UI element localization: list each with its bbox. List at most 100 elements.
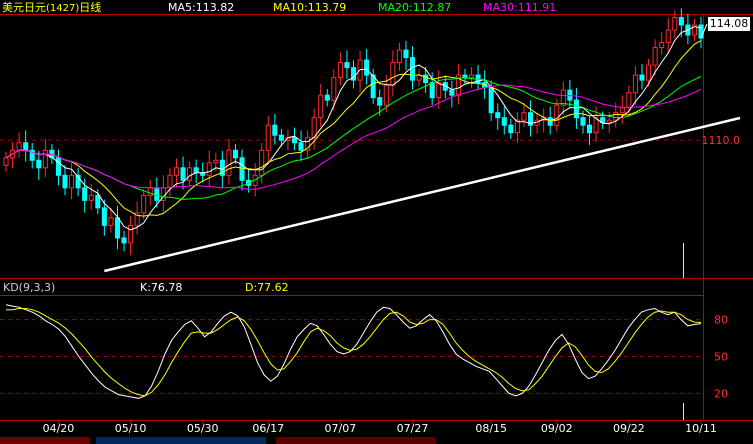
candle-up bbox=[108, 217, 114, 226]
candlestick-series bbox=[3, 8, 704, 256]
candle-up bbox=[16, 142, 22, 151]
candle-up bbox=[88, 194, 94, 201]
candle-up bbox=[167, 174, 173, 189]
chart-title: 美元日元(1427)日线 bbox=[2, 1, 101, 15]
candle-down bbox=[232, 149, 239, 159]
price-tick-label: 1110.0 bbox=[702, 134, 741, 147]
candle-down bbox=[121, 237, 127, 244]
candle-down bbox=[495, 112, 501, 119]
candle-up bbox=[337, 62, 343, 79]
candle-up bbox=[147, 187, 153, 196]
candle-down bbox=[449, 89, 455, 96]
candle-up bbox=[396, 49, 402, 64]
candle-down bbox=[193, 167, 199, 174]
candle-up bbox=[619, 107, 625, 114]
candle-up bbox=[606, 119, 612, 124]
candle-down bbox=[678, 17, 684, 26]
candle-up bbox=[383, 84, 389, 106]
candle-down bbox=[324, 94, 330, 101]
candle-down bbox=[698, 24, 704, 39]
candle-down bbox=[364, 59, 370, 76]
candle-down bbox=[462, 74, 468, 79]
status-segment bbox=[276, 437, 436, 444]
kd-tick-label: 80 bbox=[714, 314, 728, 327]
candle-up bbox=[187, 167, 193, 181]
candle-down bbox=[55, 157, 61, 176]
candle-down bbox=[344, 62, 350, 69]
candle-down bbox=[580, 117, 586, 126]
x-tick-label: 07/27 bbox=[397, 422, 429, 435]
candle-up bbox=[206, 162, 212, 176]
candle-up bbox=[468, 74, 475, 79]
candle-up bbox=[659, 42, 665, 49]
x-tick-label: 06/17 bbox=[252, 422, 284, 435]
ma5-readout: MA5:113.82 bbox=[168, 1, 235, 14]
candle-up bbox=[652, 47, 658, 66]
candle-up bbox=[69, 174, 75, 189]
candle-up bbox=[265, 124, 271, 151]
candle-down bbox=[298, 142, 304, 151]
candle-up bbox=[128, 224, 134, 244]
candle-down bbox=[291, 137, 298, 144]
bottom-status-strip bbox=[0, 437, 440, 444]
candle-down bbox=[370, 74, 376, 99]
x-tick-label: 05/10 bbox=[115, 422, 147, 435]
candle-up bbox=[141, 194, 147, 214]
x-tick-label: 09/02 bbox=[541, 422, 573, 435]
kd-k-readout: K:76.78 bbox=[140, 281, 183, 294]
candle-down bbox=[272, 124, 278, 136]
candle-up bbox=[226, 149, 232, 176]
ma30-readout: MA30:111.91 bbox=[483, 1, 557, 14]
candle-down bbox=[36, 159, 42, 169]
chart-canvas: 1110.0 20 50 80 04/20 05/10 05/30 06/17 07/07 07/… bbox=[0, 8, 753, 435]
candle-up bbox=[318, 94, 324, 119]
ma20-readout: MA20:112.87 bbox=[378, 1, 452, 14]
candle-down bbox=[239, 157, 245, 181]
candle-up bbox=[554, 104, 560, 126]
instrument-name: 美元日元 bbox=[2, 1, 46, 14]
last-price-badge: 114.08 bbox=[708, 17, 750, 31]
candle-up bbox=[213, 159, 219, 164]
kd-d-readout: D:77.62 bbox=[245, 281, 289, 294]
kd-tick-label: 50 bbox=[714, 351, 728, 364]
candle-up bbox=[646, 64, 652, 81]
kd-indicator-label: KD(9,3,3) bbox=[3, 281, 56, 294]
x-tick-label: 08/15 bbox=[475, 422, 507, 435]
candle-down bbox=[95, 194, 101, 209]
candle-down bbox=[180, 167, 186, 181]
kd-d-line bbox=[6, 308, 702, 397]
candle-down bbox=[101, 207, 107, 226]
candle-down bbox=[278, 134, 284, 141]
ma30-line bbox=[5, 84, 702, 190]
period-label: 日线 bbox=[79, 1, 102, 14]
x-tick-label: 09/22 bbox=[613, 422, 645, 435]
kd-tick-label: 20 bbox=[714, 387, 728, 400]
ma20-line bbox=[5, 76, 702, 200]
candle-down bbox=[62, 174, 68, 189]
ma10-readout: MA10:113.79 bbox=[273, 1, 347, 14]
trend-line bbox=[104, 116, 741, 273]
candle-up bbox=[390, 62, 396, 86]
candle-down bbox=[587, 124, 593, 134]
candle-down bbox=[82, 187, 88, 201]
candle-up bbox=[42, 149, 48, 169]
candle-up bbox=[436, 82, 442, 99]
candle-down bbox=[508, 124, 514, 134]
candle-up bbox=[3, 157, 9, 166]
candle-up bbox=[331, 77, 337, 101]
x-tick-label: 04/20 bbox=[43, 422, 75, 435]
candle-down bbox=[409, 57, 416, 81]
status-segment bbox=[0, 437, 90, 444]
candle-up bbox=[665, 29, 671, 44]
grid-lines bbox=[0, 139, 703, 394]
instrument-code: (1427) bbox=[46, 3, 80, 14]
status-segment bbox=[96, 437, 266, 444]
candle-up bbox=[259, 149, 265, 176]
candle-down bbox=[501, 117, 507, 126]
candle-down bbox=[23, 142, 29, 151]
candle-up bbox=[632, 74, 638, 94]
x-tick-label: 07/07 bbox=[325, 422, 357, 435]
x-tick-label: 05/30 bbox=[187, 422, 219, 435]
candle-down bbox=[403, 49, 409, 59]
candle-down bbox=[639, 74, 645, 81]
